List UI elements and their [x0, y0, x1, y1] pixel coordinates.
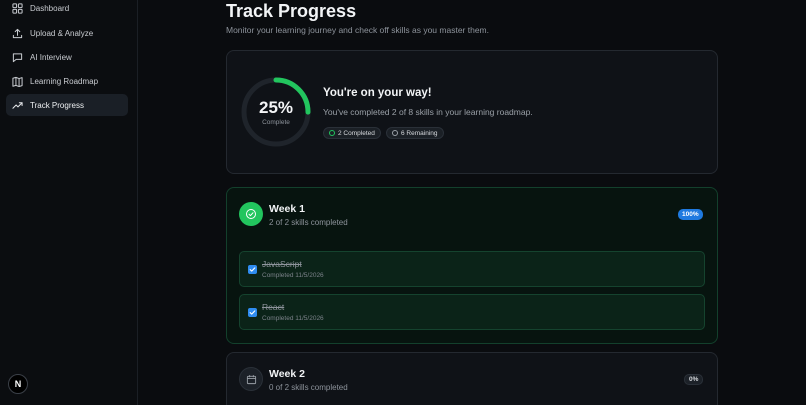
chat-icon — [12, 52, 23, 62]
remaining-pill-label: 6 Remaining — [401, 129, 438, 137]
skill-item[interactable]: JavaScript Completed 11/5/2026 — [239, 251, 705, 287]
week-subtitle: 0 of 2 skills completed — [269, 383, 348, 392]
sidebar-item-track-progress[interactable]: Track Progress — [6, 94, 128, 116]
trending-up-icon — [12, 101, 23, 109]
progress-percent: 25% — [258, 98, 294, 117]
summary-text: You've completed 2 of 8 skills in your l… — [323, 107, 533, 117]
week-title: Week 1 — [269, 203, 305, 215]
week-card-2: Week 2 0 of 2 skills completed 0% — [226, 352, 718, 405]
sidebar-item-learning-roadmap[interactable]: Learning Roadmap — [6, 70, 128, 92]
sidebar-item-label: Track Progress — [30, 100, 84, 110]
map-icon — [12, 76, 23, 87]
page-subtitle: Monitor your learning journey and check … — [226, 25, 489, 35]
week-subtitle: 2 of 2 skills completed — [269, 218, 348, 227]
upload-icon — [12, 28, 23, 38]
sidebar-item-label: Dashboard — [30, 3, 70, 13]
sidebar-item-ai-interview[interactable]: AI Interview — [6, 46, 128, 68]
sidebar-item-label: AI Interview — [30, 52, 72, 62]
checkmark-icon — [249, 310, 256, 315]
sidebar-item-label: Upload & Analyze — [30, 28, 94, 38]
sidebar: Dashboard Upload & Analyze AI Interview … — [0, 0, 138, 405]
remaining-pill: 6 Remaining — [386, 127, 444, 139]
progress-summary-card: 25% Complete You're on your way! You've … — [226, 50, 718, 174]
summary-heading: You're on your way! — [323, 87, 432, 99]
completed-pill: 2 Completed — [323, 127, 381, 139]
checkmark-icon — [249, 267, 256, 272]
calendar-icon — [239, 367, 263, 391]
skill-completed-date: Completed 11/5/2026 — [262, 315, 324, 322]
completed-pill-label: 2 Completed — [338, 129, 375, 137]
week-title: Week 2 — [269, 368, 305, 380]
week-progress-badge: 100% — [678, 209, 703, 220]
skill-name: React — [262, 302, 285, 312]
skill-completed-date: Completed 11/5/2026 — [262, 272, 324, 279]
skill-item[interactable]: React Completed 11/5/2026 — [239, 294, 705, 330]
week-progress-badge: 0% — [684, 374, 704, 385]
page-title: Track Progress — [226, 1, 357, 21]
skill-name: JavaScript — [262, 259, 302, 269]
progress-ring-label: Complete — [262, 119, 290, 126]
app: Dashboard Upload & Analyze AI Interview … — [0, 0, 806, 405]
circle-icon — [392, 130, 398, 136]
grid-icon — [12, 2, 23, 14]
logo-letter: N — [14, 379, 22, 389]
logo[interactable]: N — [8, 374, 28, 394]
check-circle-icon — [329, 130, 335, 136]
skill-checkbox[interactable] — [248, 265, 257, 274]
main-content: Track Progress Monitor your learning jou… — [139, 0, 806, 405]
sidebar-item-label: Learning Roadmap — [30, 76, 99, 86]
skill-checkbox[interactable] — [248, 308, 257, 317]
sidebar-item-dashboard[interactable]: Dashboard — [6, 0, 128, 19]
check-circle-icon — [239, 202, 263, 226]
week-card-1: Week 1 2 of 2 skills completed 100% Java… — [226, 187, 718, 344]
sidebar-item-upload[interactable]: Upload & Analyze — [6, 22, 128, 44]
